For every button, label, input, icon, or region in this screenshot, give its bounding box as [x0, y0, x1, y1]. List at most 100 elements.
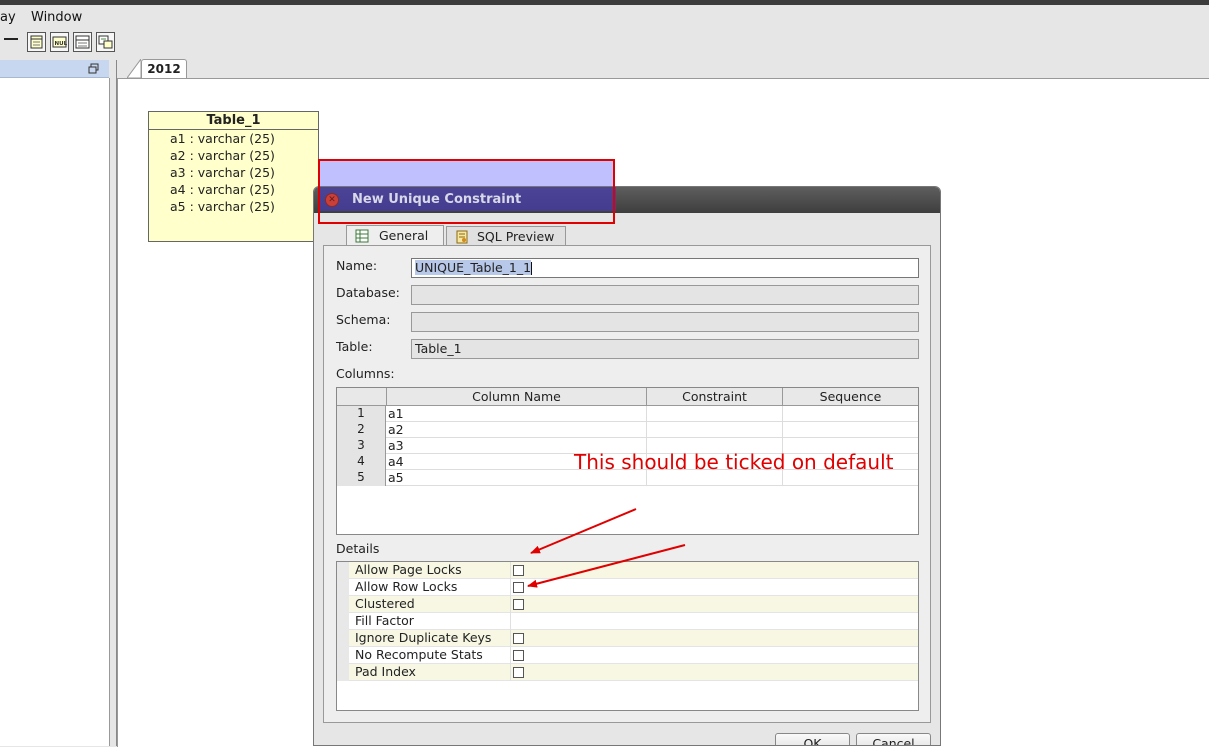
- form-icon: [75, 35, 90, 49]
- database-field: [411, 285, 919, 305]
- details-label: Details: [336, 541, 380, 556]
- detail-row-pad-index: Pad Index: [337, 664, 918, 681]
- cell-column-name[interactable]: a2: [387, 422, 647, 438]
- clustered-checkbox[interactable]: [513, 599, 524, 610]
- cell-column-name[interactable]: a1: [387, 406, 647, 422]
- row-separator: [510, 647, 511, 664]
- svg-text:NUL: NUL: [55, 41, 68, 47]
- table-column: a5 : varchar (25): [170, 199, 275, 214]
- cancel-button[interactable]: Cancel: [856, 733, 931, 745]
- row-number: 1: [337, 406, 386, 422]
- column-header-constraint[interactable]: Constraint: [647, 388, 783, 406]
- row-separator: [510, 562, 511, 579]
- left-panel-header: [0, 60, 109, 78]
- detail-label: Fill Factor: [355, 613, 414, 628]
- row-separator: [510, 664, 511, 681]
- sql-script-icon: [456, 230, 468, 244]
- detail-row-no-recompute-stats: No Recompute Stats: [337, 647, 918, 664]
- row-number: 3: [337, 438, 386, 454]
- grid-icon: [355, 229, 369, 243]
- menu-item-window[interactable]: Window: [31, 10, 82, 25]
- row-separator: [510, 579, 511, 596]
- allow-page-locks-checkbox[interactable]: [513, 565, 524, 576]
- schema-field: [411, 312, 919, 332]
- row-number: 4: [337, 454, 386, 470]
- row-gutter: [337, 596, 349, 613]
- pad-index-checkbox[interactable]: [513, 667, 524, 678]
- table-label: Table:: [336, 339, 373, 354]
- detail-label: Ignore Duplicate Keys: [355, 630, 492, 645]
- row-gutter: [337, 630, 349, 647]
- name-input[interactable]: UNIQUE_Table_1_1: [411, 258, 919, 278]
- row-gutter: [337, 562, 349, 579]
- detail-row-fill-factor: Fill Factor: [337, 613, 918, 630]
- cell-constraint[interactable]: [647, 406, 783, 422]
- details-property-grid: Allow Page Locks Allow Row Locks Cluster…: [336, 561, 919, 711]
- column-header-sequence[interactable]: Sequence: [783, 388, 918, 406]
- table-field: Table_1: [411, 339, 919, 359]
- name-input-value: UNIQUE_Table_1_1: [415, 260, 532, 275]
- minimize-bar-icon[interactable]: [4, 38, 18, 40]
- cell-constraint[interactable]: [647, 422, 783, 438]
- detail-row-allow-page-locks: Allow Page Locks: [337, 562, 918, 579]
- cell-sequence[interactable]: [783, 406, 918, 422]
- schema-label: Schema:: [336, 312, 391, 327]
- panel-splitter[interactable]: [110, 60, 117, 746]
- left-panel: [0, 78, 110, 746]
- table-button[interactable]: [27, 32, 46, 52]
- detail-row-ignore-duplicate-keys: Ignore Duplicate Keys: [337, 630, 918, 647]
- detail-label: Allow Row Locks: [355, 579, 458, 594]
- table-column: a2 : varchar (25): [170, 148, 275, 163]
- row-gutter: [337, 664, 349, 681]
- row-gutter: [337, 579, 349, 596]
- table-icon: [30, 35, 43, 49]
- restore-window-icon[interactable]: [88, 63, 99, 74]
- table-entity[interactable]: Table_1 a1 : varchar (25) a2 : varchar (…: [148, 111, 319, 242]
- detail-label: Clustered: [355, 596, 415, 611]
- menu-item-display[interactable]: ay: [0, 10, 16, 25]
- row-separator: [510, 596, 511, 613]
- general-tab-panel: Name: UNIQUE_Table_1_1 Database: Schema:…: [323, 245, 931, 723]
- view-icon: [98, 35, 113, 49]
- database-label: Database:: [336, 285, 400, 300]
- detail-row-allow-row-locks: Allow Row Locks: [337, 579, 918, 596]
- row-separator: [510, 613, 511, 630]
- row-number: 5: [337, 470, 386, 486]
- null-icon: NUL: [52, 36, 68, 48]
- ok-button[interactable]: OK: [775, 733, 850, 745]
- table-entity-title: Table_1: [149, 112, 318, 130]
- tab-2012[interactable]: 2012: [141, 59, 187, 78]
- detail-label: Allow Page Locks: [355, 562, 462, 577]
- table-row[interactable]: 2 a2: [337, 422, 918, 438]
- detail-label: Pad Index: [355, 664, 416, 679]
- annotation-text: This should be ticked on default: [574, 450, 894, 474]
- name-label: Name:: [336, 258, 378, 273]
- row-separator: [510, 630, 511, 647]
- form-button[interactable]: [73, 32, 92, 52]
- null-button[interactable]: NUL: [50, 32, 69, 52]
- no-recompute-stats-checkbox[interactable]: [513, 650, 524, 661]
- tab-edge: [127, 59, 141, 78]
- detail-row-clustered: Clustered: [337, 596, 918, 613]
- tab-general[interactable]: General: [346, 225, 444, 246]
- toolbar: NUL: [0, 29, 1209, 59]
- table-row[interactable]: 1 a1: [337, 406, 918, 422]
- cell-sequence[interactable]: [783, 422, 918, 438]
- tab-sql-preview[interactable]: SQL Preview: [446, 226, 566, 246]
- column-header-name[interactable]: Column Name: [387, 388, 647, 406]
- view-button[interactable]: [96, 32, 115, 52]
- table-column: a3 : varchar (25): [170, 165, 275, 180]
- tab-sql-label: SQL Preview: [477, 229, 555, 244]
- table-column: a4 : varchar (25): [170, 182, 275, 197]
- allow-row-locks-checkbox[interactable]: [513, 582, 524, 593]
- row-gutter: [337, 647, 349, 664]
- grid-corner: [337, 388, 387, 406]
- columns-label: Columns:: [336, 366, 395, 381]
- annotation-highlight-box: [318, 159, 615, 224]
- table-column: a1 : varchar (25): [170, 131, 275, 146]
- tab-general-label: General: [379, 228, 429, 243]
- detail-label: No Recompute Stats: [355, 647, 483, 662]
- ignore-duplicate-keys-checkbox[interactable]: [513, 633, 524, 644]
- row-gutter: [337, 613, 349, 630]
- menu-bar: ay Window: [0, 5, 1209, 29]
